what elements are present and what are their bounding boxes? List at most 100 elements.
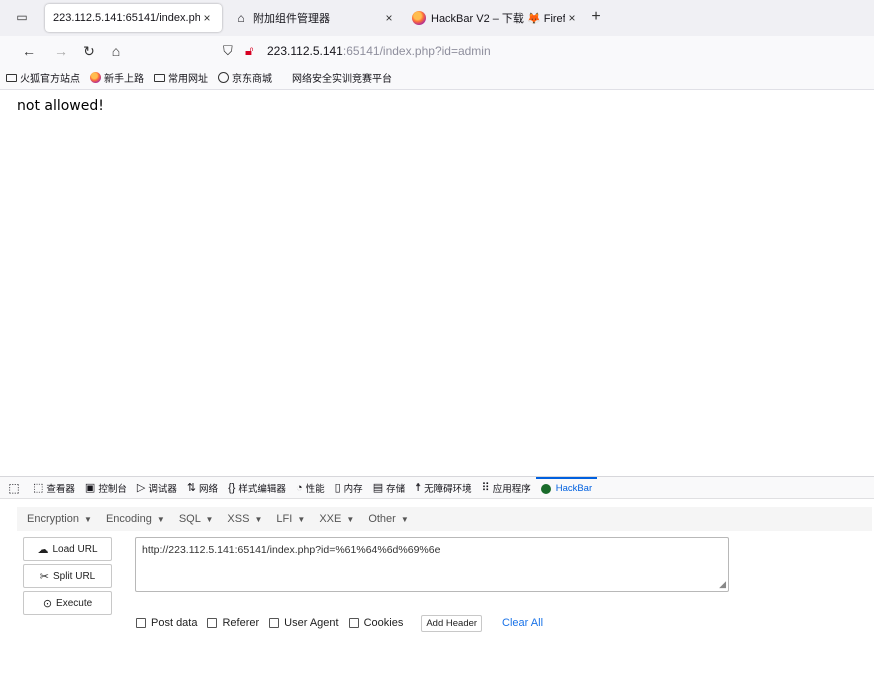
insecure-lock-icon[interactable]: 🔓︎	[245, 43, 261, 59]
forward-icon[interactable]: →	[52, 42, 70, 60]
tab-performance[interactable]: ◔ 性能	[291, 477, 330, 499]
bookmark-label: 常用网址	[168, 74, 208, 85]
caret-down-icon: ▼	[84, 515, 92, 524]
accessibility-icon: ☨	[415, 482, 422, 494]
tab-label: 网络	[199, 483, 219, 495]
puzzle-icon: ⌂	[237, 11, 245, 25]
tab-addons-manager[interactable]: ⌂ 附加组件管理器 ×	[226, 4, 404, 32]
bookmark-common-sites[interactable]: 常用网址	[154, 70, 208, 85]
caret-down-icon: ▼	[156, 515, 165, 524]
memory-icon: ▯	[334, 482, 341, 494]
tab-label: HackBar	[555, 483, 593, 494]
menu-lfi[interactable]: LFI ▼	[276, 513, 305, 525]
bookmark-firefox-official[interactable]: 火狐官方站点	[6, 70, 80, 85]
new-tab-button[interactable]: +	[588, 8, 604, 26]
menu-encryption[interactable]: Encryption ▼	[27, 513, 92, 525]
shield-icon[interactable]: ⛉	[223, 43, 239, 59]
bookmarks-toolbar: 火狐官方站点 新手上路 常用网址 京东商城 网络安全实训竞赛平台	[0, 66, 874, 90]
tab-network[interactable]: ⇅ 网络	[182, 477, 223, 499]
tab-label: 控制台	[98, 483, 127, 495]
tab-hackbar[interactable]: HackBar	[535, 476, 598, 499]
home-icon[interactable]: ⌂	[107, 42, 125, 60]
menu-other[interactable]: Other ▼	[368, 513, 409, 525]
resize-handle-icon[interactable]: ◢	[719, 580, 726, 589]
tab-style-editor[interactable]: {} 样式编辑器	[223, 477, 291, 499]
menu-label: XSS	[227, 513, 250, 525]
checkbox-box[interactable]	[348, 618, 359, 628]
tab-debugger[interactable]: ▷ 调试器	[132, 477, 182, 499]
firefox-icon	[90, 72, 101, 83]
tab-label: 查看器	[46, 483, 75, 495]
url-textarea[interactable]: http://223.112.5.141:65141/index.php?id=…	[135, 537, 729, 592]
caret-down-icon: ▼	[297, 515, 306, 524]
reload-icon[interactable]: ↻	[80, 42, 98, 60]
hackbar-icon	[540, 483, 551, 494]
checkbox-label: Referer	[222, 617, 260, 629]
bookmark-jd[interactable]: 京东商城	[218, 70, 272, 85]
scissors-icon: ✂	[39, 570, 49, 583]
close-icon[interactable]: ×	[565, 11, 579, 25]
menu-label: Encryption	[27, 513, 79, 525]
add-header-button[interactable]: Add Header	[421, 614, 483, 632]
referer-checkbox[interactable]: Referer	[207, 617, 259, 629]
tab-memory[interactable]: ▯ 内存	[330, 477, 368, 499]
debugger-icon: ▷	[136, 482, 146, 494]
menu-xss[interactable]: XSS ▼	[227, 513, 262, 525]
tab-inspector[interactable]: ⬚ 查看器	[28, 477, 80, 499]
tab-console[interactable]: ▣ 控制台	[80, 477, 132, 499]
button-label: Execute	[56, 597, 93, 609]
clear-all-link[interactable]: Clear All	[502, 617, 543, 629]
tab-label: 样式编辑器	[238, 483, 286, 495]
checkbox-box[interactable]	[136, 618, 146, 628]
close-icon[interactable]: ×	[382, 11, 396, 25]
menu-encoding[interactable]: Encoding ▼	[106, 513, 165, 525]
play-circle-icon: ⊙	[42, 597, 53, 610]
button-label: Split URL	[52, 570, 96, 582]
tab-label: 存储	[386, 483, 406, 495]
tab-label: 性能	[305, 483, 325, 495]
bookmark-security-training[interactable]: 网络安全实训竞赛平台	[292, 70, 392, 85]
tab-label: 调试器	[148, 483, 177, 495]
application-icon: ⠿	[481, 482, 490, 494]
url-textarea-value: http://223.112.5.141:65141/index.php?id=…	[142, 544, 441, 556]
menu-label: XXE	[319, 513, 342, 525]
button-label: Load URL	[52, 543, 98, 555]
load-url-button[interactable]: ☁ Load URL	[23, 537, 112, 561]
user-agent-checkbox[interactable]: User Agent	[269, 617, 339, 629]
folder-icon	[6, 73, 17, 82]
hackbar-menu: Encryption ▼ Encoding ▼ SQL ▼ XSS ▼ LFI …	[17, 507, 872, 531]
tab-accessibility[interactable]: ☨ 无障碍环境	[410, 477, 477, 499]
menu-sql[interactable]: SQL ▼	[179, 513, 214, 525]
folder-icon	[154, 73, 165, 82]
tab-storage[interactable]: ▤ 存储	[368, 477, 410, 499]
checkbox-label: Cookies	[363, 617, 404, 629]
menu-xxe[interactable]: XXE ▼	[319, 513, 354, 525]
tab-index-php[interactable]: 223.112.5.141:65141/index.php?i ×	[45, 4, 222, 32]
checkbox-box[interactable]	[269, 618, 280, 628]
caret-down-icon: ▼	[254, 515, 263, 524]
tab-label: 内存	[343, 483, 363, 495]
tab-application[interactable]: ⠿ 应用程序	[477, 477, 536, 499]
element-picker-icon[interactable]: ⬚	[0, 481, 28, 495]
caret-down-icon: ▼	[205, 515, 214, 524]
storage-icon: ▤	[372, 482, 384, 494]
tab-title: HackBar V2 – 下载 🦊 Firefox	[431, 13, 565, 25]
bookmark-label: 火狐官方站点	[20, 74, 80, 85]
menu-label: SQL	[178, 513, 201, 525]
execute-button[interactable]: ⊙ Execute	[23, 591, 112, 615]
bookmark-getting-started[interactable]: 新手上路	[90, 70, 144, 85]
back-icon[interactable]: ←	[20, 42, 38, 60]
post-data-checkbox[interactable]: Post data	[136, 617, 197, 629]
tab-list-icon[interactable]: ▭	[14, 9, 30, 25]
checkbox-box[interactable]	[207, 618, 218, 628]
page-message: not allowed!	[17, 98, 104, 114]
checkbox-label: User Agent	[284, 617, 339, 629]
cookies-checkbox[interactable]: Cookies	[348, 617, 404, 629]
split-url-button[interactable]: ✂ Split URL	[23, 564, 112, 588]
menu-label: Other	[368, 513, 396, 525]
address-bar[interactable]: ⛉ 🔓︎ 223.112.5.141:65141/index.php?id=ad…	[223, 39, 863, 63]
close-icon[interactable]: ×	[200, 11, 214, 25]
tab-hackbar-download[interactable]: HackBar V2 – 下载 🦊 Firefox ×	[404, 4, 587, 32]
page-content: not allowed!	[0, 90, 874, 476]
hackbar-options: Post data Referer User Agent Cookies Add…	[136, 614, 543, 632]
